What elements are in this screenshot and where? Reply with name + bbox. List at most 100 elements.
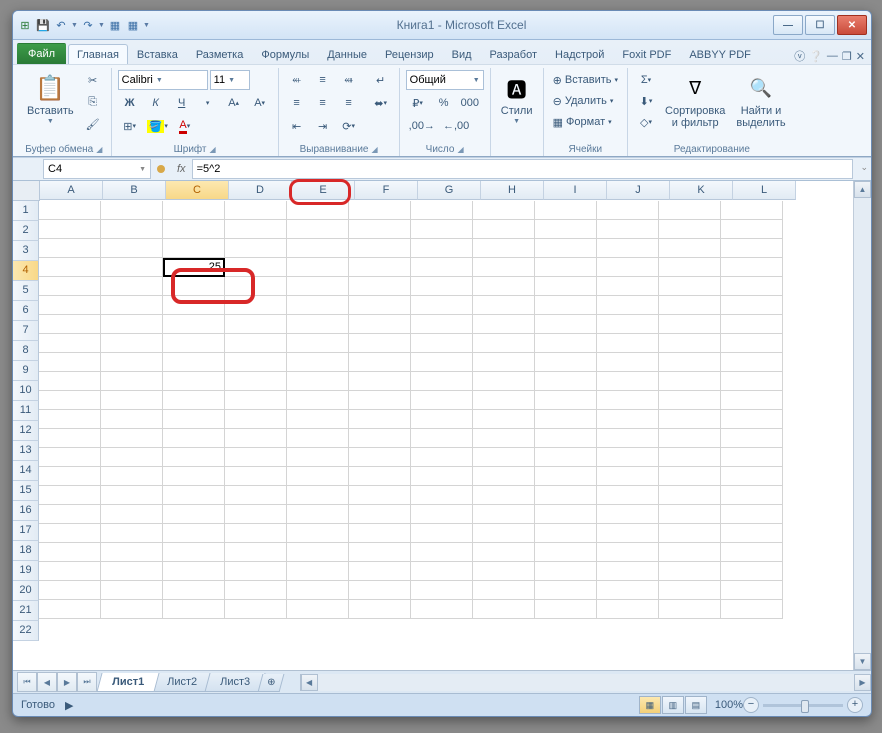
cell-H15[interactable] xyxy=(473,467,535,486)
column-header-B[interactable]: B xyxy=(103,181,166,200)
cell-B22[interactable] xyxy=(101,600,163,619)
row-header-7[interactable]: 7 xyxy=(13,321,39,341)
cell-C4[interactable]: 25 xyxy=(163,258,225,277)
redo-icon[interactable]: ↷ xyxy=(80,17,96,33)
cell-E9[interactable] xyxy=(287,353,349,372)
cell-F15[interactable] xyxy=(349,467,411,486)
cell-A21[interactable] xyxy=(39,581,101,600)
cell-J20[interactable] xyxy=(597,562,659,581)
styles-button[interactable]: 🅰 Стили ▼ xyxy=(497,70,537,127)
cell-J9[interactable] xyxy=(597,353,659,372)
align-dialog[interactable]: ◢ xyxy=(371,145,377,154)
cell-J17[interactable] xyxy=(597,505,659,524)
decrease-decimal-button[interactable]: ←,00 xyxy=(440,116,472,136)
row-header-10[interactable]: 10 xyxy=(13,381,39,401)
row-header-8[interactable]: 8 xyxy=(13,341,39,361)
cell-E22[interactable] xyxy=(287,600,349,619)
cell-D17[interactable] xyxy=(225,505,287,524)
cell-F18[interactable] xyxy=(349,524,411,543)
cell-D22[interactable] xyxy=(225,600,287,619)
cell-C10[interactable] xyxy=(163,372,225,391)
name-box[interactable]: C4▼ xyxy=(43,159,151,179)
percent-button[interactable]: % xyxy=(432,93,456,113)
cell-L9[interactable] xyxy=(721,353,783,372)
increase-decimal-button[interactable]: ,00→ xyxy=(406,116,438,136)
cell-H20[interactable] xyxy=(473,562,535,581)
cell-D5[interactable] xyxy=(225,277,287,296)
cell-C8[interactable] xyxy=(163,334,225,353)
cell-K12[interactable] xyxy=(659,410,721,429)
column-header-C[interactable]: C xyxy=(166,181,229,200)
cell-G16[interactable] xyxy=(411,486,473,505)
autosum-button[interactable]: Σ▾ xyxy=(634,70,658,90)
cell-G2[interactable] xyxy=(411,220,473,239)
cell-A8[interactable] xyxy=(39,334,101,353)
tab-abbyy[interactable]: ABBYY PDF xyxy=(680,44,760,64)
cell-D4[interactable] xyxy=(225,258,287,277)
normal-view-button[interactable]: ▦ xyxy=(639,696,661,714)
cell-E2[interactable] xyxy=(287,220,349,239)
cell-J3[interactable] xyxy=(597,239,659,258)
font-dialog[interactable]: ◢ xyxy=(210,145,216,154)
cell-F20[interactable] xyxy=(349,562,411,581)
doc-restore-icon[interactable]: ❐ xyxy=(842,50,852,63)
doc-minimize-icon[interactable]: — xyxy=(827,50,838,62)
cell-D10[interactable] xyxy=(225,372,287,391)
redo-dropdown[interactable]: ▼ xyxy=(98,22,105,29)
tab-insert[interactable]: Вставка xyxy=(128,44,187,64)
cell-K7[interactable] xyxy=(659,315,721,334)
cell-I3[interactable] xyxy=(535,239,597,258)
cell-F14[interactable] xyxy=(349,448,411,467)
column-header-H[interactable]: H xyxy=(481,181,544,200)
cell-D6[interactable] xyxy=(225,296,287,315)
cell-E17[interactable] xyxy=(287,505,349,524)
column-header-J[interactable]: J xyxy=(607,181,670,200)
cell-H18[interactable] xyxy=(473,524,535,543)
tab-view[interactable]: Вид xyxy=(443,44,481,64)
align-center-button[interactable]: ≡ xyxy=(311,93,335,113)
row-header-5[interactable]: 5 xyxy=(13,281,39,301)
cell-F8[interactable] xyxy=(349,334,411,353)
cell-H13[interactable] xyxy=(473,429,535,448)
fx-button[interactable]: fx xyxy=(177,163,186,175)
cell-K14[interactable] xyxy=(659,448,721,467)
cell-C19[interactable] xyxy=(163,543,225,562)
font-size-combo[interactable]: 11▼ xyxy=(210,70,250,90)
cell-D19[interactable] xyxy=(225,543,287,562)
cell-H5[interactable] xyxy=(473,277,535,296)
cell-J4[interactable] xyxy=(597,258,659,277)
cell-I6[interactable] xyxy=(535,296,597,315)
cell-L22[interactable] xyxy=(721,600,783,619)
cell-D13[interactable] xyxy=(225,429,287,448)
clear-button[interactable]: ◇▾ xyxy=(634,112,658,132)
cell-H14[interactable] xyxy=(473,448,535,467)
cell-I5[interactable] xyxy=(535,277,597,296)
cell-B18[interactable] xyxy=(101,524,163,543)
cell-H16[interactable] xyxy=(473,486,535,505)
cell-K11[interactable] xyxy=(659,391,721,410)
close-button[interactable]: ✕ xyxy=(837,15,867,35)
row-header-13[interactable]: 13 xyxy=(13,441,39,461)
cell-A19[interactable] xyxy=(39,543,101,562)
sheet-first-button[interactable]: ⏮ xyxy=(17,672,37,692)
cell-H10[interactable] xyxy=(473,372,535,391)
cell-A1[interactable] xyxy=(39,201,101,220)
undo-icon[interactable]: ↶ xyxy=(53,17,69,33)
align-middle-button[interactable]: ≡ xyxy=(311,70,335,90)
cell-D16[interactable] xyxy=(225,486,287,505)
cell-A15[interactable] xyxy=(39,467,101,486)
cell-K15[interactable] xyxy=(659,467,721,486)
cell-F6[interactable] xyxy=(349,296,411,315)
cell-E7[interactable] xyxy=(287,315,349,334)
formula-expand-icon[interactable]: ⌄ xyxy=(860,162,868,173)
cell-L13[interactable] xyxy=(721,429,783,448)
wrap-text-button[interactable]: ↵ xyxy=(369,70,393,90)
cell-J10[interactable] xyxy=(597,372,659,391)
macro-record-icon[interactable]: ▶ xyxy=(65,699,73,712)
cell-A14[interactable] xyxy=(39,448,101,467)
sort-filter-button[interactable]: ᐁ Сортировка и фильтр xyxy=(661,70,729,131)
cell-F13[interactable] xyxy=(349,429,411,448)
zoom-level[interactable]: 100% xyxy=(715,699,743,711)
cell-G7[interactable] xyxy=(411,315,473,334)
cell-E11[interactable] xyxy=(287,391,349,410)
